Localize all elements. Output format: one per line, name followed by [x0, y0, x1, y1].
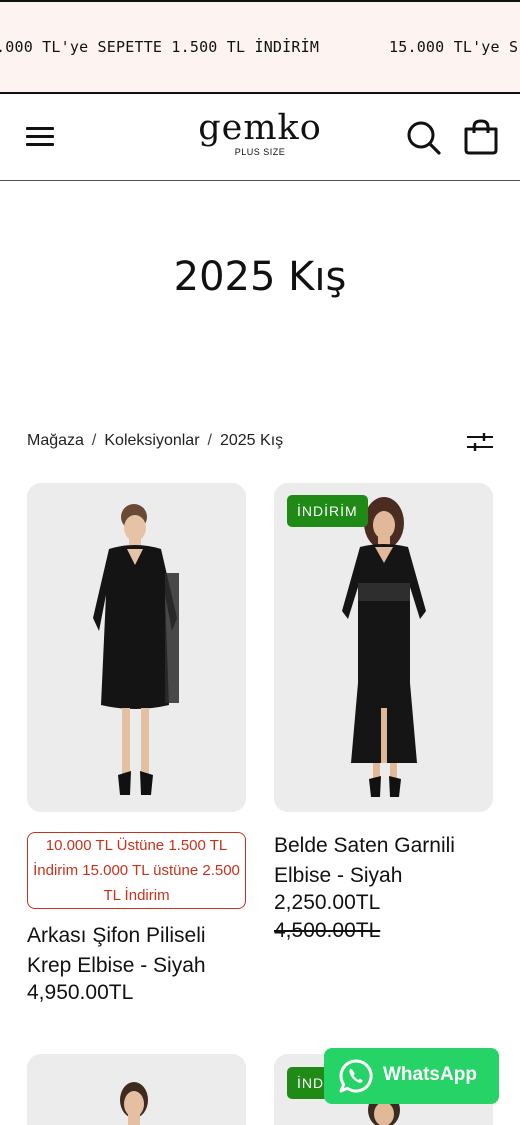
breadcrumb: Mağaza / Koleksiyonlar / 2025 Kış — [27, 432, 283, 450]
filter-sliders-icon — [467, 433, 493, 451]
breadcrumb-item-collections[interactable]: Koleksiyonlar — [104, 432, 199, 449]
menu-icon-line — [26, 135, 54, 138]
page-title: 2025 Kış — [173, 254, 347, 300]
product-price: 4,950.00TL — [27, 981, 134, 1004]
shopping-bag-icon — [464, 119, 498, 155]
breadcrumb-item-current: 2025 Kış — [219, 432, 284, 449]
logo-wordmark: gemko — [198, 108, 322, 148]
product-image[interactable] — [27, 483, 246, 812]
whatsapp-button[interactable]: WhatsApp — [324, 1048, 499, 1104]
sale-badge: İNDİRİM — [287, 495, 368, 527]
product-sale-price: 2,250.00TL — [274, 891, 381, 914]
search-button[interactable] — [406, 120, 442, 156]
product-name[interactable]: Arkası Şifon Piliseli Krep Elbise - Siya… — [27, 921, 247, 981]
product-image[interactable] — [27, 1054, 246, 1125]
menu-icon-line — [26, 143, 54, 146]
breadcrumb-separator: / — [207, 432, 212, 449]
logo-subtitle: PLUS SIZE — [234, 147, 286, 157]
cart-button[interactable] — [462, 118, 500, 156]
product-image[interactable] — [274, 483, 493, 812]
whatsapp-label: WhatsApp — [383, 1064, 477, 1085]
announcement-bar: .000 TL'ye SEPETTE 1.500 TL İNDİRİM 15.0… — [0, 0, 520, 94]
dress-model-illustration — [27, 483, 246, 812]
announcement-message: 15.000 TL'ye S — [389, 38, 519, 56]
dress-model-illustration — [274, 483, 493, 812]
search-icon — [407, 121, 441, 155]
site-header: gemko PLUS SIZE — [0, 94, 520, 181]
logo[interactable]: gemko PLUS SIZE — [190, 109, 330, 161]
menu-button[interactable] — [24, 124, 56, 150]
breadcrumb-separator: / — [91, 432, 97, 449]
breadcrumb-item-store[interactable]: Mağaza — [27, 432, 84, 449]
menu-icon-line — [26, 127, 54, 130]
filter-button[interactable] — [466, 431, 494, 453]
product-old-price: 4,500.00TL — [274, 919, 381, 942]
promo-banner: 10.000 TL Üstüne 1.500 TL İndirim 15.000… — [27, 832, 246, 909]
announcement-message: .000 TL'ye SEPETTE 1.500 TL İNDİRİM — [0, 38, 320, 56]
dress-model-illustration — [27, 1054, 246, 1125]
product-name[interactable]: Belde Saten Garnili Elbise - Siyah — [274, 831, 494, 891]
whatsapp-icon — [339, 1059, 373, 1093]
